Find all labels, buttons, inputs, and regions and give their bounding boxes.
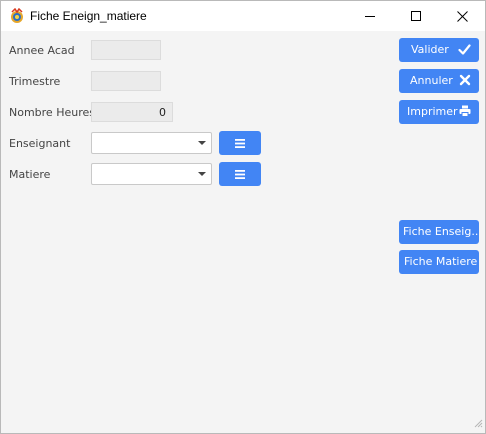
close-button[interactable] — [439, 1, 485, 31]
matiere-label: Matiere — [9, 168, 51, 181]
list-icon — [235, 138, 245, 148]
enseignant-label: Enseignant — [9, 137, 71, 150]
check-icon — [458, 43, 471, 59]
imprimer-button[interactable]: Imprimer — [399, 100, 479, 124]
chevron-down-icon — [198, 141, 206, 145]
minimize-button[interactable] — [347, 1, 393, 31]
cross-icon — [459, 74, 471, 89]
nombre-heures-label: Nombre Heures — [9, 106, 95, 119]
annuler-button-label: Annuler — [410, 74, 453, 87]
printer-icon — [459, 105, 471, 120]
app-logo-icon — [9, 7, 25, 24]
fiche-matiere-button[interactable]: Fiche Matiere — [399, 250, 479, 274]
fiche-enseignant-button-label: Fiche Enseig... — [403, 225, 479, 238]
valider-button-label: Valider — [411, 43, 449, 56]
annuler-button[interactable]: Annuler — [399, 69, 479, 93]
chevron-down-icon — [198, 172, 206, 176]
maximize-icon — [411, 11, 421, 21]
matiere-select[interactable] — [91, 163, 212, 185]
enseignant-list-button[interactable] — [219, 131, 261, 155]
resize-grip-icon[interactable] — [473, 418, 483, 431]
trimestre-label: Trimestre — [9, 75, 61, 88]
minimize-icon — [365, 16, 375, 17]
fiche-matiere-button-label: Fiche Matiere — [404, 255, 478, 268]
maximize-button[interactable] — [393, 1, 439, 31]
close-icon — [456, 10, 468, 22]
enseignant-select[interactable] — [91, 132, 212, 154]
trimestre-field[interactable] — [91, 71, 161, 91]
window-title: Fiche Eneign_matiere — [30, 9, 147, 23]
nombre-heures-field[interactable]: 0 — [91, 102, 173, 122]
list-icon — [235, 169, 245, 179]
annee-acad-label: Annee Acad — [9, 44, 75, 57]
matiere-list-button[interactable] — [219, 162, 261, 186]
valider-button[interactable]: Valider — [399, 38, 479, 62]
imprimer-button-label: Imprimer — [407, 105, 458, 118]
window: Fiche Eneign_matiere Annee Acad Trimestr… — [0, 0, 486, 434]
fiche-enseignant-button[interactable]: Fiche Enseig... — [399, 220, 479, 244]
annee-acad-field[interactable] — [91, 40, 161, 60]
title-bar[interactable]: Fiche Eneign_matiere — [1, 1, 485, 31]
